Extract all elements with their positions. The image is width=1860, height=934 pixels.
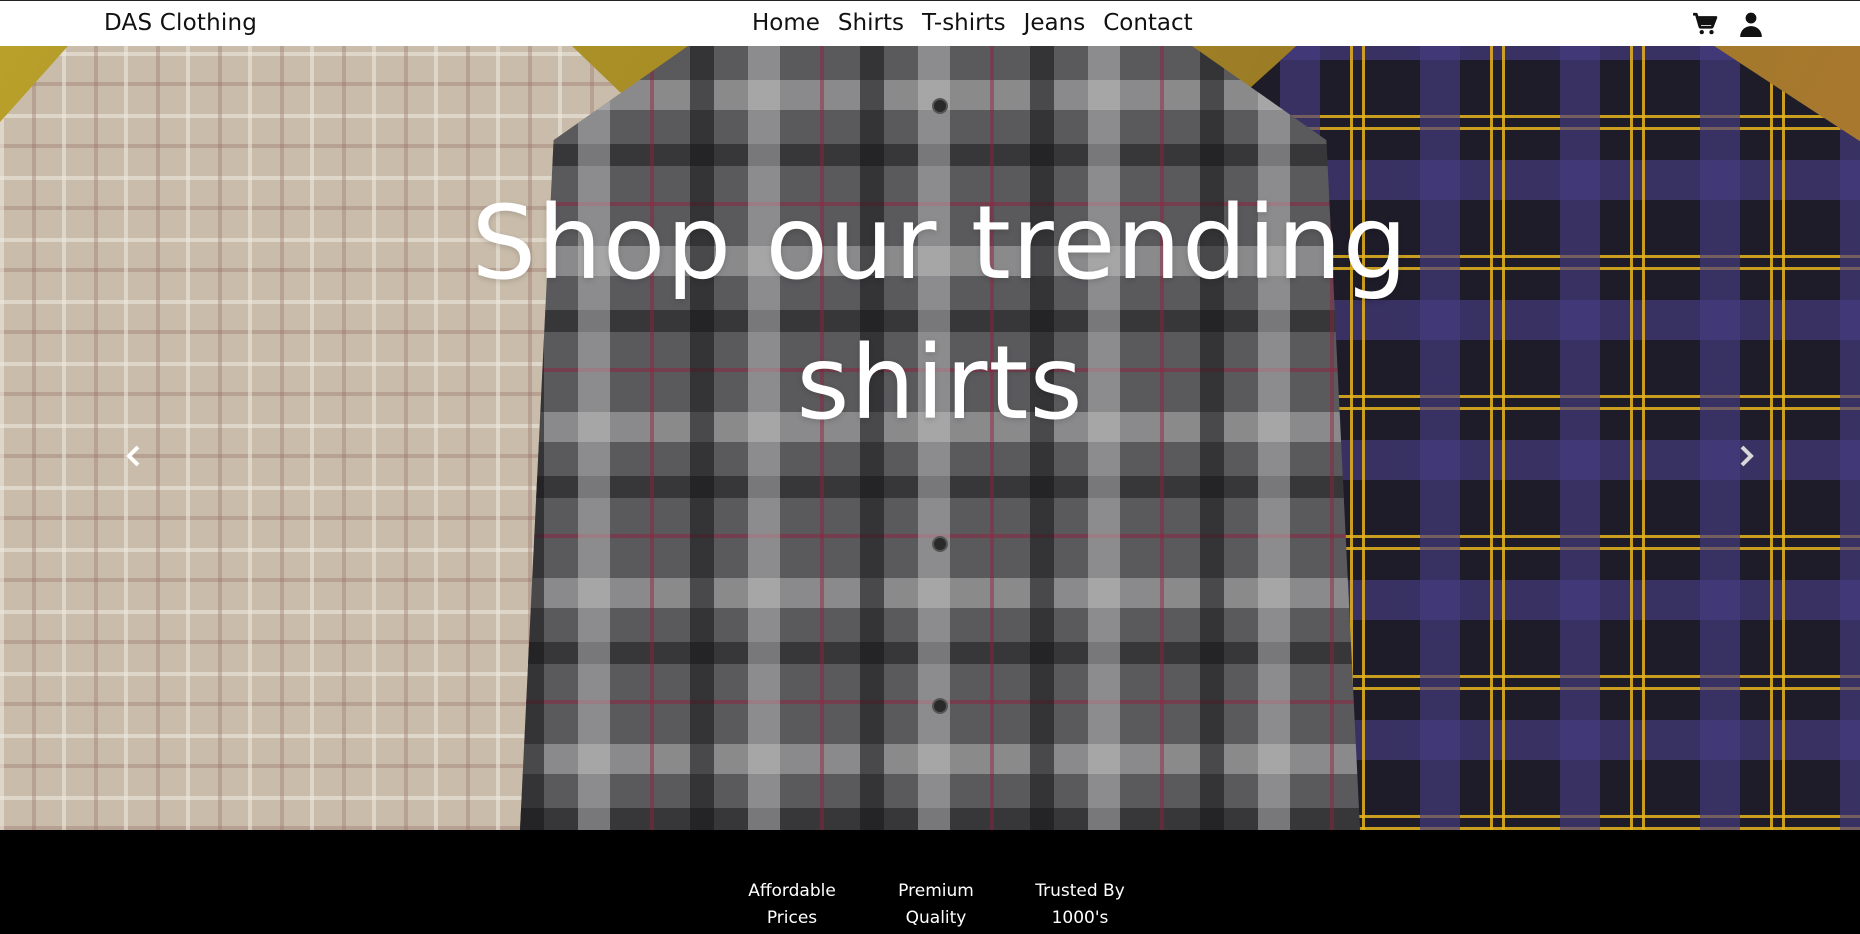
nav-link-shirts[interactable]: Shirts xyxy=(838,10,904,36)
cart-icon[interactable] xyxy=(1692,11,1718,37)
feature-line: Quality xyxy=(905,908,967,928)
nav-link-home[interactable]: Home xyxy=(752,10,820,36)
chevron-right-icon xyxy=(1740,445,1754,467)
brand-logo-text[interactable]: DAS Clothing xyxy=(104,10,257,36)
feature-line: Premium xyxy=(898,881,974,901)
top-navbar: DAS Clothing Home Shirts T-shirts Jeans … xyxy=(0,0,1860,46)
feature-trusted-by: Trusted By 1000's xyxy=(1032,878,1128,932)
hero-title-line2: shirts xyxy=(796,324,1084,443)
shirt-button xyxy=(932,536,948,552)
nav-link-contact[interactable]: Contact xyxy=(1103,10,1192,36)
features-strip: Affordable Prices Premium Quality Truste… xyxy=(0,830,1860,934)
hero-carousel: Shop our trending shirts xyxy=(0,46,1860,830)
hero-title: Shop our trending shirts xyxy=(430,174,1450,454)
feature-list: Affordable Prices Premium Quality Truste… xyxy=(744,878,1128,932)
carousel-next-button[interactable] xyxy=(1728,438,1764,474)
feature-premium-quality: Premium Quality xyxy=(888,878,984,932)
carousel-prev-button[interactable] xyxy=(116,438,152,474)
nav-link-jeans[interactable]: Jeans xyxy=(1024,10,1086,36)
user-icon[interactable] xyxy=(1738,11,1764,37)
nav-links: Home Shirts T-shirts Jeans Contact xyxy=(752,10,1193,36)
nav-icons xyxy=(1692,11,1764,37)
feature-line: Affordable xyxy=(748,881,836,901)
feature-affordable-prices: Affordable Prices xyxy=(744,878,840,932)
feature-line: Prices xyxy=(766,908,818,928)
nav-link-tshirts[interactable]: T-shirts xyxy=(922,10,1006,36)
shirt-button xyxy=(932,98,948,114)
feature-line: 1000's xyxy=(1051,908,1109,928)
feature-line: Trusted By xyxy=(1035,881,1125,901)
chevron-left-icon xyxy=(126,445,140,467)
hero-title-line1: Shop our trending xyxy=(471,184,1409,303)
shirt-button xyxy=(932,698,948,714)
